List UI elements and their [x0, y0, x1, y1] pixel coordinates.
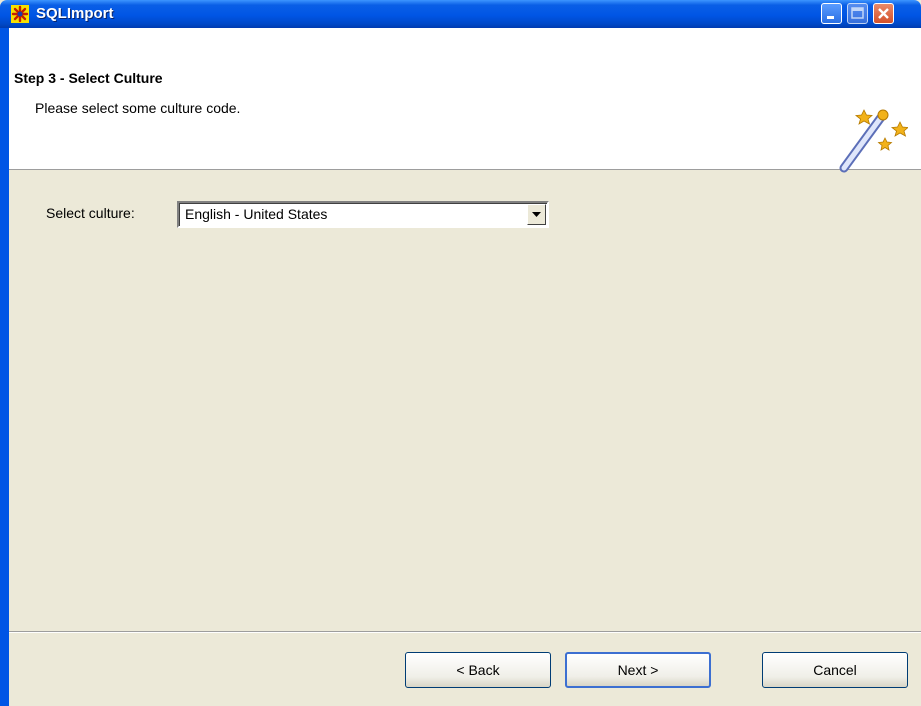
wizard-window: SQLImport Step 3 - Select Culture Please…	[0, 0, 921, 706]
culture-dropdown-arrow[interactable]	[527, 204, 546, 225]
close-icon	[878, 8, 889, 19]
title-bar[interactable]: SQLImport	[0, 0, 921, 28]
minimize-icon	[827, 16, 834, 19]
wizard-header: Step 3 - Select Culture Please select so…	[9, 28, 921, 173]
magic-wand-icon	[839, 109, 908, 173]
step-title: Step 3 - Select Culture	[14, 70, 163, 86]
minimize-button[interactable]	[821, 3, 842, 24]
chevron-down-icon	[532, 212, 541, 217]
sqlimport-app-icon	[11, 5, 29, 23]
maximize-button[interactable]	[847, 3, 868, 24]
footer-divider	[9, 631, 921, 633]
close-button[interactable]	[873, 3, 894, 24]
step-subtitle: Please select some culture code.	[35, 100, 241, 116]
culture-selected-value: English - United States	[185, 206, 328, 222]
back-button[interactable]: < Back	[405, 652, 551, 688]
window-left-border	[0, 28, 9, 706]
maximize-icon	[851, 7, 864, 19]
window-title: SQLImport	[36, 5, 114, 22]
culture-label: Select culture:	[46, 205, 135, 221]
next-button[interactable]: Next >	[565, 652, 711, 688]
cancel-button[interactable]: Cancel	[762, 652, 908, 688]
culture-dropdown[interactable]: English - United States	[177, 201, 549, 228]
